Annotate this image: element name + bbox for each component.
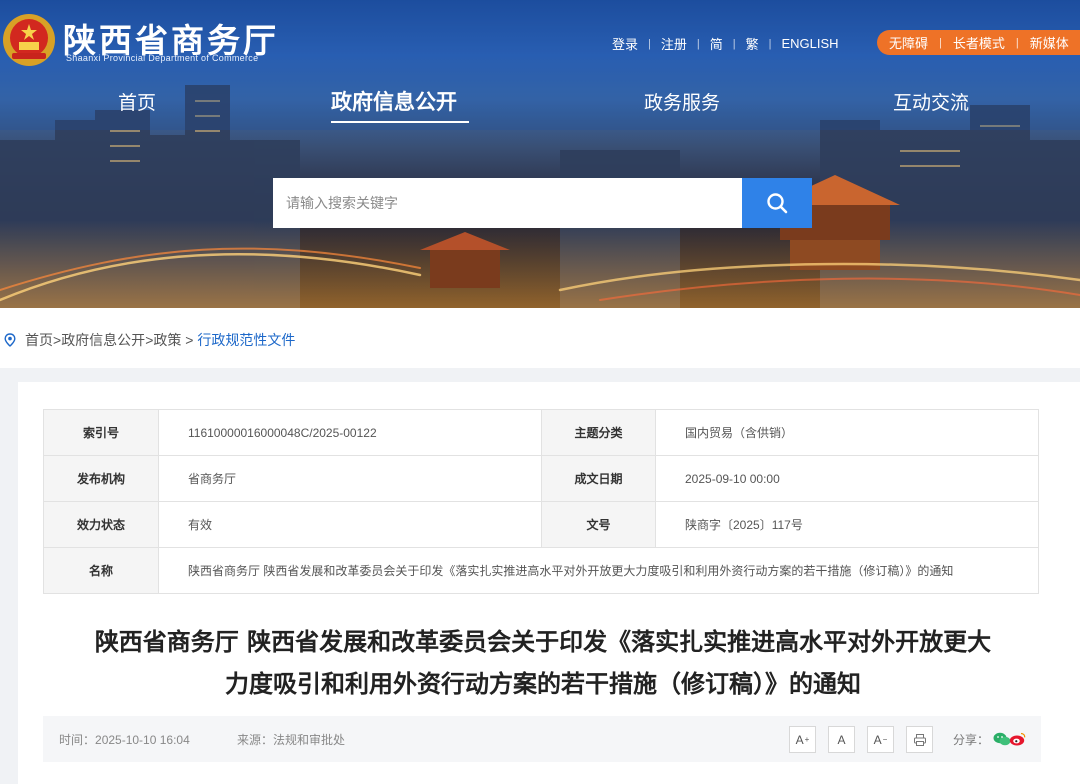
divider: |	[939, 36, 942, 49]
topic-value: 国内贸易（含供销）	[655, 409, 1039, 456]
top-links: 登录 | 注册 | 简 | 繁 | ENGLISH	[612, 34, 839, 53]
weibo-icon[interactable]	[1009, 732, 1026, 746]
search-input[interactable]	[273, 178, 742, 228]
share-label: 分享：	[953, 732, 990, 747]
article-title-line1: 陕西省商务厅 陕西省发展和改革委员会关于印发《落实扎实推进高水平对外开放更大	[94, 628, 992, 656]
simplified-chinese-link[interactable]: 简	[710, 34, 723, 53]
location-pin-icon	[4, 333, 16, 347]
breadcrumb-policy[interactable]: 政策	[153, 330, 181, 350]
elderly-mode-link[interactable]: 长者模式	[953, 33, 1005, 52]
index-label: 索引号	[43, 409, 159, 456]
nav-item-gov-info[interactable]: 政府信息公开	[331, 86, 457, 116]
article-title: 陕西省商务厅 陕西省发展和改革委员会关于印发《落实扎实推进高水平对外开放更大 力…	[50, 621, 1036, 705]
divider: |	[648, 37, 651, 50]
divider: |	[732, 37, 736, 50]
table-row: 名称 陕西省商务厅 陕西省发展和改革委员会关于印发《落实扎实推进高水平对外开放更…	[43, 547, 1039, 594]
table-row: 索引号 11610000016000048C/2025-00122 主题分类 国…	[43, 409, 1039, 456]
print-icon	[913, 733, 926, 746]
search-icon	[767, 193, 788, 214]
name-label: 名称	[43, 547, 159, 594]
nav-active-underline	[331, 121, 469, 123]
status-value: 有效	[158, 501, 542, 548]
nav-item-home[interactable]: 首页	[118, 88, 156, 115]
table-row: 发布机构 省商务厅 成文日期 2025-09-10 00:00	[43, 455, 1039, 502]
font-default-button[interactable]: A	[828, 726, 855, 753]
breadcrumb-current[interactable]: 行政规范性文件	[197, 330, 295, 350]
document-meta-table: 索引号 11610000016000048C/2025-00122 主题分类 国…	[43, 409, 1039, 594]
english-link[interactable]: ENGLISH	[782, 36, 839, 51]
article-info-bar: 时间：2025-10-10 16:04 来源：法规和审批处 A + A A − 分享…	[43, 716, 1041, 762]
docno-value: 陕商字〔2025〕117号	[655, 501, 1039, 548]
article-title-line2: 力度吸引和利用外资行动方案的若干措施（修订稿）》的通知	[225, 670, 861, 698]
font-increase-button[interactable]: A +	[789, 726, 816, 753]
docno-label: 文号	[541, 501, 656, 548]
breadcrumb-gov-info[interactable]: 政府信息公开	[61, 330, 145, 350]
national-emblem-icon	[3, 14, 55, 66]
divider: |	[768, 37, 772, 50]
index-value: 11610000016000048C/2025-00122	[158, 409, 542, 456]
nav-item-services[interactable]: 政务服务	[644, 88, 720, 115]
site-subtitle: Shaanxi Provincial Department of Commerc…	[66, 53, 259, 63]
breadcrumb-separator: >	[145, 332, 154, 348]
table-row: 效力状态 有效 文号 陕商字〔2025〕117号	[43, 501, 1039, 548]
login-link[interactable]: 登录	[612, 34, 638, 53]
breadcrumb-separator: >	[181, 332, 198, 348]
org-value: 省商务厅	[158, 455, 542, 502]
date-label: 成文日期	[541, 455, 656, 502]
new-media-link[interactable]: 新媒体	[1030, 33, 1069, 52]
name-value: 陕西省商务厅 陕西省发展和改革委员会关于印发《落实扎实推进高水平对外开放更大力度…	[158, 547, 1039, 594]
print-button[interactable]	[906, 726, 933, 753]
publish-time: 时间：2025-10-10 16:04	[59, 732, 190, 747]
divider: |	[696, 37, 700, 50]
breadcrumb-separator: >	[53, 332, 62, 348]
nav-item-interaction[interactable]: 互动交流	[893, 88, 969, 115]
org-label: 发布机构	[43, 455, 159, 502]
accessibility-pill: 无障碍 | 长者模式 | 新媒体	[877, 30, 1080, 55]
traditional-chinese-link[interactable]: 繁	[746, 34, 759, 53]
article-source: 来源：法规和审批处	[237, 732, 346, 747]
register-link[interactable]: 注册	[661, 34, 687, 53]
header-banner: 陕西省商务厅 Shaanxi Provincial Department of …	[0, 0, 1080, 308]
font-decrease-button[interactable]: A −	[867, 726, 894, 753]
accessibility-link[interactable]: 无障碍	[889, 33, 928, 52]
breadcrumb-home[interactable]: 首页	[25, 330, 53, 350]
date-value: 2025-09-10 00:00	[655, 455, 1039, 502]
search-button[interactable]	[742, 178, 812, 228]
topic-label: 主题分类	[541, 409, 656, 456]
status-label: 效力状态	[43, 501, 159, 548]
divider: |	[1015, 36, 1019, 49]
breadcrumb: 首页 > 政府信息公开 > 政策 > 行政规范性文件	[4, 330, 295, 350]
